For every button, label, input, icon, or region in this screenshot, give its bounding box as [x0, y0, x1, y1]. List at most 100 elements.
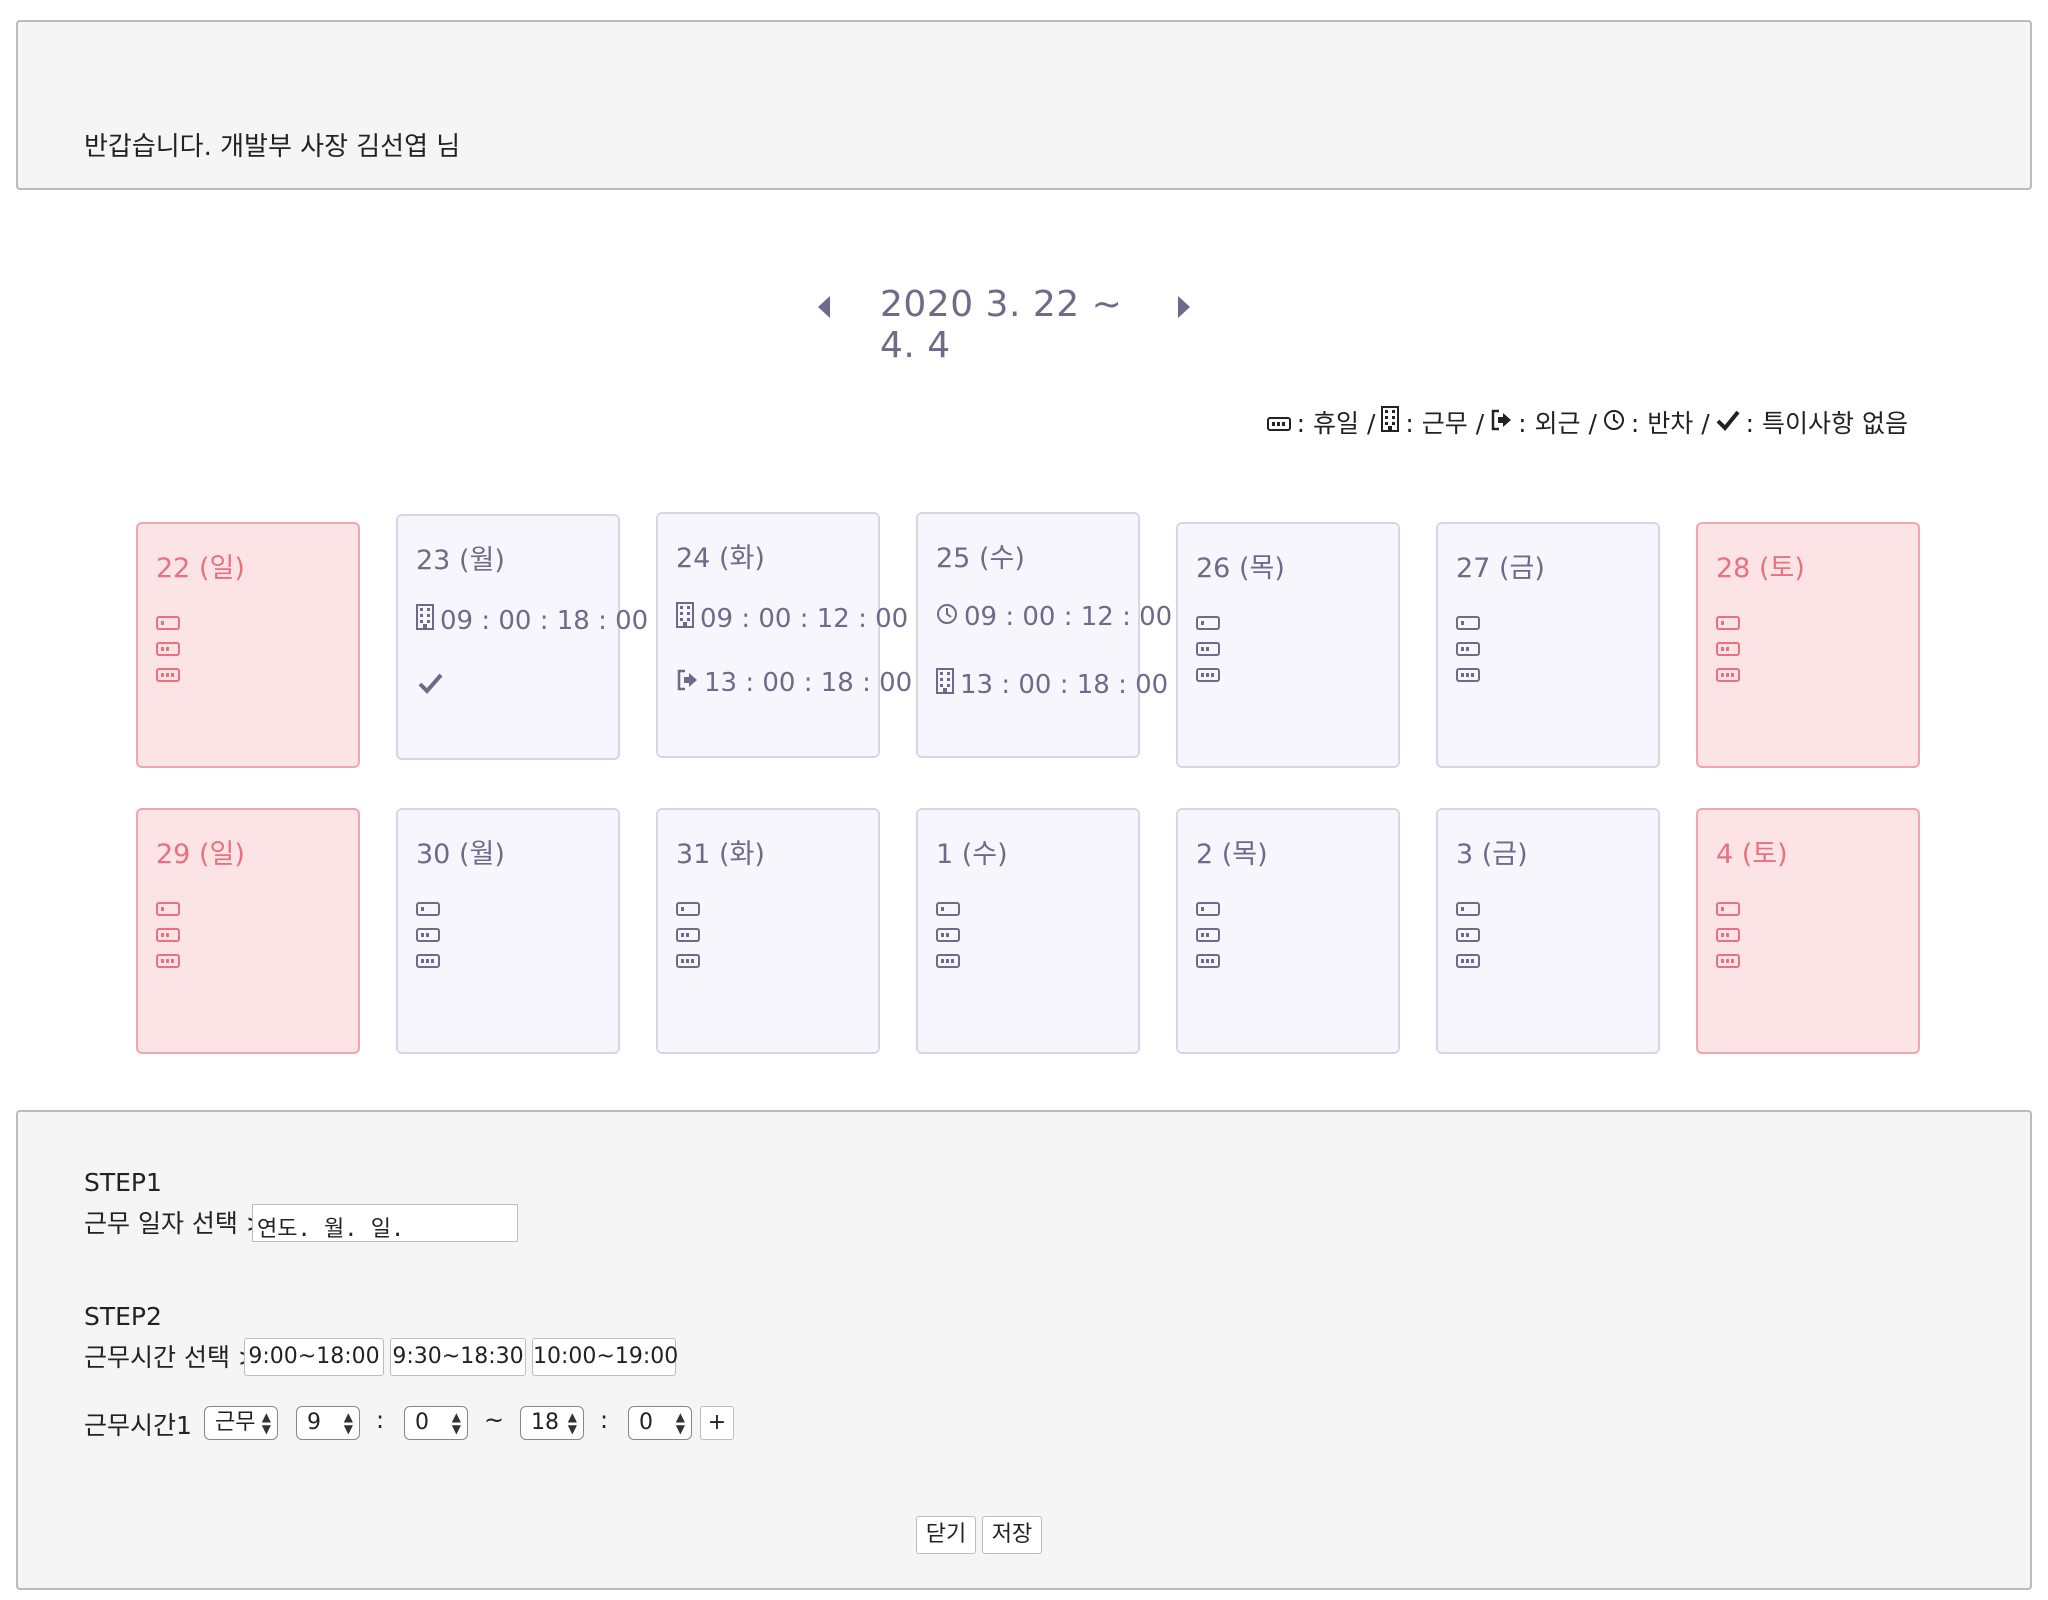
slot-two-icon	[676, 928, 700, 942]
rest-icon	[1266, 408, 1291, 437]
greeting-text: 반갑습니다. 개발부 사장 김선엽 님	[84, 132, 461, 162]
slot-one-icon	[936, 902, 960, 916]
time-row-label: 근무시간1	[84, 1411, 192, 1440]
day-card-31[interactable]: 31 (화)	[656, 808, 880, 1054]
legend-rest-label: : 휴일 /	[1296, 409, 1376, 438]
header-panel: 반갑습니다. 개발부 사장 김선엽 님	[16, 20, 2032, 190]
close-button[interactable]: 닫기	[916, 1516, 976, 1554]
colon-separator: :	[376, 1406, 385, 1434]
updown-icon: ▲ ▼	[343, 1410, 353, 1436]
work-date-input[interactable]: 연도. 월. 일.	[252, 1204, 518, 1242]
day-date: 23 (월)	[416, 545, 505, 576]
clock-icon	[1603, 408, 1625, 437]
day-date: 3 (금)	[1456, 839, 1528, 870]
work-type-value: 근무	[215, 1410, 256, 1435]
legend-work-label: : 근무 /	[1405, 409, 1485, 438]
day-card-23[interactable]: 23 (월) 09 : 00 : 18 : 00	[396, 514, 648, 760]
slot-one-icon	[1196, 616, 1220, 630]
add-time-button[interactable]: +	[700, 1406, 734, 1440]
day-card-30[interactable]: 30 (월)	[396, 808, 620, 1054]
work-time: 09 : 00 : 18 : 00	[440, 605, 649, 636]
slot-two-icon	[156, 928, 180, 942]
slot-two-icon	[1456, 642, 1480, 656]
day-date: 24 (화)	[676, 543, 765, 574]
slot-two-icon	[156, 642, 180, 656]
work-type-select[interactable]: 근무 ▲ ▼	[204, 1406, 278, 1440]
slot-three-icon	[1196, 954, 1220, 968]
start-hour-select[interactable]: 9 ▲ ▼	[296, 1406, 360, 1440]
step1-label: 근무 일자 선택 >	[84, 1209, 267, 1238]
day-date: 30 (월)	[416, 839, 505, 870]
slot-one-icon	[1196, 902, 1220, 916]
step1-title: STEP1	[84, 1168, 162, 1197]
legend-outside-label: : 외근 /	[1518, 409, 1597, 438]
day-card-28[interactable]: 28 (토)	[1696, 522, 1920, 768]
building-icon	[936, 668, 954, 701]
day-date: 31 (화)	[676, 839, 765, 870]
colon-separator: :	[600, 1406, 609, 1434]
preset-9-18-button[interactable]: 9:00~18:00	[244, 1338, 384, 1376]
slot-three-icon	[1196, 668, 1220, 682]
preset-930-1830-button[interactable]: 9:30~18:30	[390, 1338, 526, 1376]
clock-icon	[936, 602, 958, 632]
slot-three-icon	[156, 668, 180, 682]
exit-icon	[676, 668, 698, 698]
day-card-22[interactable]: 22 (일)	[136, 522, 360, 768]
date-range-title: 2020 3. 22 ~ 4. 4	[880, 284, 1123, 366]
slot-one-icon	[1456, 616, 1480, 630]
start-min-select[interactable]: 0 ▲ ▼	[404, 1406, 468, 1440]
slot-two-icon	[1716, 642, 1740, 656]
day-card-27[interactable]: 27 (금)	[1436, 522, 1660, 768]
end-hour-value: 18	[531, 1410, 559, 1435]
building-icon	[1381, 406, 1400, 438]
legend: : 휴일 / : 근무 / : 외근 / : 반차 / : 특이사항 없음	[1266, 404, 1908, 440]
day-card-1[interactable]: 1 (수)	[916, 808, 1140, 1054]
day-card-26[interactable]: 26 (목)	[1176, 522, 1400, 768]
updown-icon: ▲ ▼	[567, 1410, 577, 1436]
day-date: 2 (목)	[1196, 839, 1268, 870]
day-date: 22 (일)	[156, 553, 245, 584]
next-arrow-icon[interactable]	[1178, 296, 1190, 318]
day-card-25[interactable]: 25 (수) 09 : 00 : 12 : 00 13 : 00 : 18 : …	[916, 512, 1172, 758]
slot-two-icon	[1196, 928, 1220, 942]
start-hour-value: 9	[307, 1410, 321, 1435]
slot-two-icon	[1196, 642, 1220, 656]
slot-three-icon	[416, 954, 440, 968]
preset-10-19-button[interactable]: 10:00~19:00	[532, 1338, 678, 1376]
slot-three-icon	[1456, 954, 1480, 968]
tilde-separator: ~	[484, 1406, 505, 1434]
slot-one-icon	[416, 902, 440, 916]
day-card-24[interactable]: 24 (화) 09 : 00 : 12 : 00 13 : 00 : 18 : …	[656, 512, 912, 758]
legend-halfday-label: : 반차 /	[1630, 409, 1710, 438]
outside-time: 13 : 00 : 18 : 00	[704, 668, 913, 698]
slot-one-icon	[676, 902, 700, 916]
prev-arrow-icon[interactable]	[818, 296, 830, 318]
slot-two-icon	[416, 928, 440, 942]
updown-icon: ▲ ▼	[675, 1410, 685, 1436]
slot-one-icon	[1716, 902, 1740, 916]
day-date: 29 (일)	[156, 839, 245, 870]
day-date: 28 (토)	[1716, 553, 1805, 584]
slot-two-icon	[1716, 928, 1740, 942]
work-time: 13 : 00 : 18 : 00	[960, 669, 1169, 700]
day-card-4[interactable]: 4 (토)	[1696, 808, 1920, 1054]
day-card-29[interactable]: 29 (일)	[136, 808, 360, 1054]
day-date: 4 (토)	[1716, 839, 1788, 870]
end-hour-select[interactable]: 18 ▲ ▼	[520, 1406, 584, 1440]
end-min-value: 0	[639, 1410, 653, 1435]
work-time: 09 : 00 : 12 : 00	[700, 603, 909, 634]
legend-none-label: : 특이사항 없음	[1745, 409, 1908, 438]
slot-two-icon	[936, 928, 960, 942]
step2-label: 근무시간 선택 >	[84, 1343, 259, 1372]
save-button[interactable]: 저장	[982, 1516, 1042, 1554]
end-min-select[interactable]: 0 ▲ ▼	[628, 1406, 692, 1440]
day-card-3[interactable]: 3 (금)	[1436, 808, 1660, 1054]
week-navigation: 2020 3. 22 ~ 4. 4	[0, 282, 2048, 366]
slot-one-icon	[156, 902, 180, 916]
schedule-form-panel: STEP1 근무 일자 선택 > 연도. 월. 일. STEP2 근무시간 선택…	[16, 1110, 2032, 1590]
exit-icon	[1490, 408, 1512, 437]
step2-title: STEP2	[84, 1302, 162, 1331]
day-card-2[interactable]: 2 (목)	[1176, 808, 1400, 1054]
slot-one-icon	[1456, 902, 1480, 916]
updown-icon: ▲ ▼	[451, 1410, 461, 1436]
